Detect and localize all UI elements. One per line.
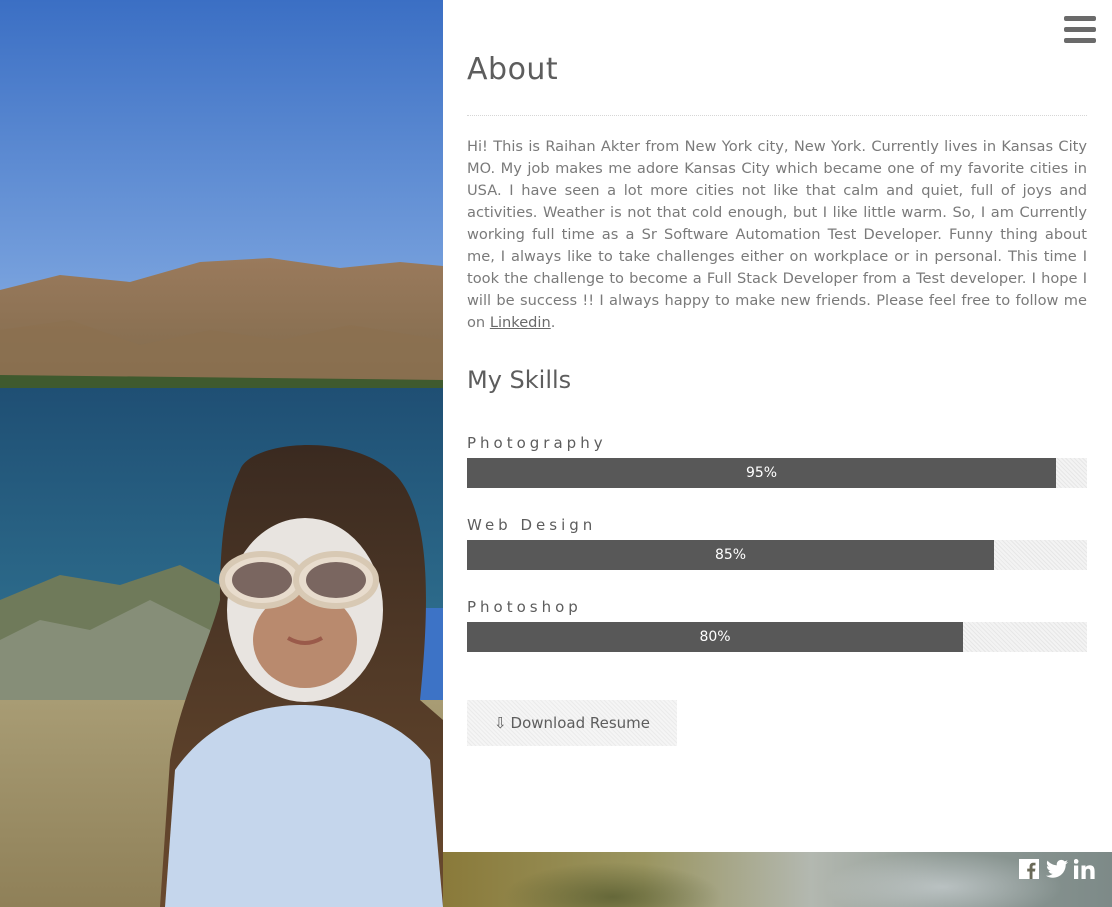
page-title: About	[467, 52, 559, 87]
bio-paragraph: Hi! This is Raihan Akter from New York c…	[467, 136, 1087, 334]
profile-photo	[0, 0, 443, 907]
footer-background-blur	[503, 862, 723, 907]
bio-text: Hi! This is Raihan Akter from New York c…	[467, 138, 1087, 331]
skill-progress-track: 95%	[467, 458, 1087, 488]
menu-bar-top	[1064, 16, 1096, 21]
skill-item-web-design: Web Design 85%	[467, 514, 1087, 570]
twitter-icon[interactable]	[1046, 858, 1068, 880]
skill-item-photoshop: Photoshop 80%	[467, 596, 1087, 652]
about-section: About Hi! This is Raihan Akter from New …	[443, 0, 1112, 852]
skill-progress-track: 85%	[467, 540, 1087, 570]
skill-progress-bar: 85%	[467, 540, 994, 570]
skill-name: Web Design	[467, 516, 597, 534]
page: About Hi! This is Raihan Akter from New …	[0, 0, 1112, 907]
download-resume-label: Download Resume	[510, 714, 651, 732]
bio-end: .	[550, 314, 556, 331]
download-icon: ⇩	[493, 714, 507, 732]
title-divider	[467, 115, 1087, 116]
skill-name: Photoshop	[467, 598, 582, 616]
social-links	[1018, 858, 1096, 880]
facebook-icon[interactable]	[1018, 858, 1040, 880]
menu-bar-bottom	[1064, 38, 1096, 43]
footer	[443, 852, 1112, 907]
menu-bar-middle	[1064, 27, 1096, 32]
hamburger-menu-icon[interactable]	[1064, 16, 1096, 44]
linkedin-link[interactable]: Linkedin	[490, 314, 551, 331]
skills-heading: My Skills	[467, 366, 572, 394]
skill-progress-bar: 80%	[467, 622, 963, 652]
skill-progress-track: 80%	[467, 622, 1087, 652]
skill-item-photography: Photography 95%	[467, 432, 1087, 488]
skill-progress-bar: 95%	[467, 458, 1056, 488]
linkedin-icon[interactable]	[1074, 858, 1096, 880]
download-resume-button[interactable]: ⇩ Download Resume	[467, 700, 677, 746]
skill-name: Photography	[467, 434, 607, 452]
